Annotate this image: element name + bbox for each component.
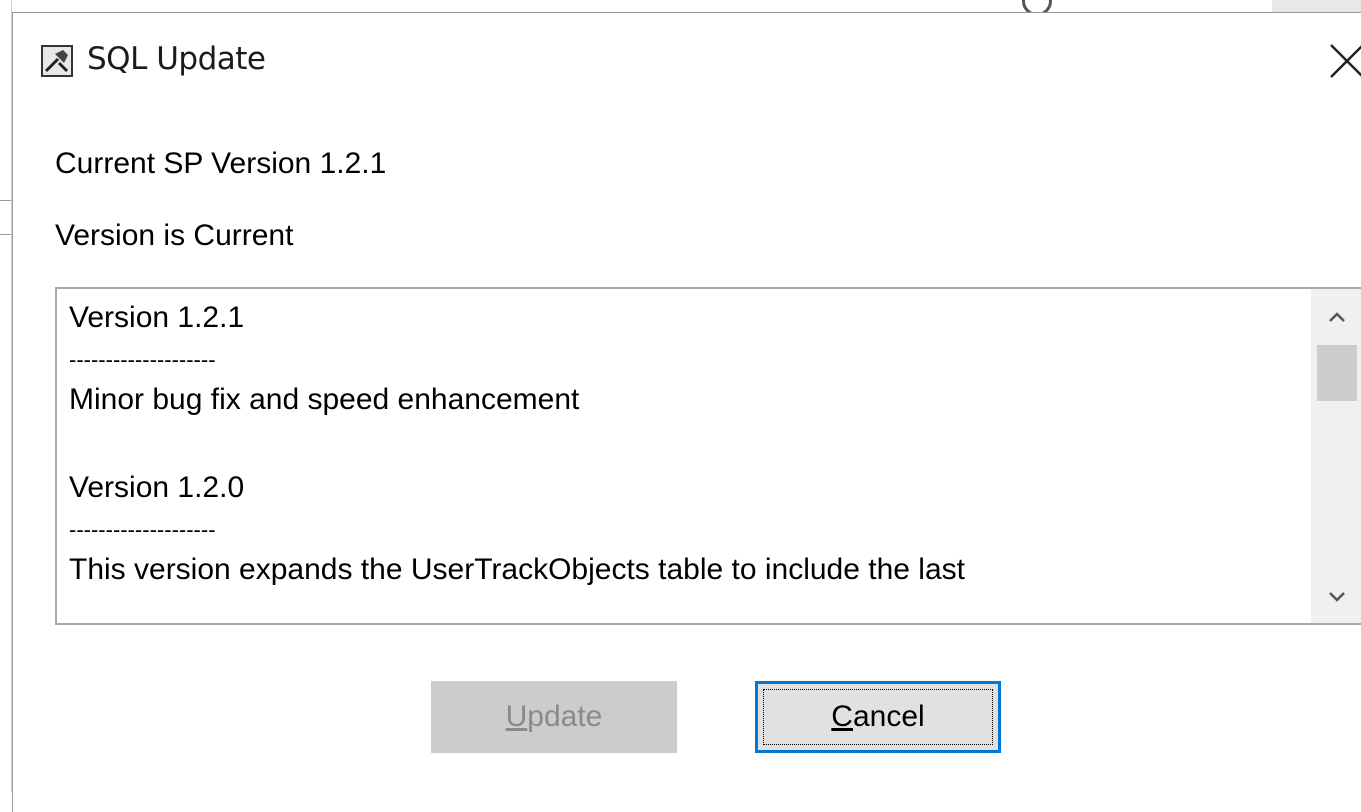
background-divider — [0, 234, 11, 235]
release-notes-content: Version 1.2.1 -------------------- Minor… — [69, 297, 1301, 591]
scroll-down-button[interactable] — [1311, 575, 1361, 619]
update-accelerator: U — [505, 700, 528, 733]
notes-line: -------------------- — [69, 517, 216, 542]
notes-line: Version 1.2.0 — [69, 471, 245, 504]
cancel-button[interactable]: Cancel — [755, 681, 1001, 753]
update-label: pdate — [527, 700, 603, 733]
current-version-label: Current SP Version 1.2.1 — [55, 147, 387, 180]
sql-update-dialog: SQL Update Current SP Version 1.2.1 Vers… — [12, 12, 1361, 812]
update-button[interactable]: Update — [431, 681, 677, 753]
close-icon[interactable] — [1325, 39, 1361, 83]
version-status-label: Version is Current — [55, 219, 294, 252]
chevron-down-icon — [1329, 592, 1345, 602]
vertical-scrollbar[interactable] — [1311, 289, 1361, 623]
scroll-up-button[interactable] — [1311, 295, 1361, 339]
chevron-up-icon — [1329, 312, 1345, 322]
title-bar: SQL Update — [13, 13, 1361, 89]
notes-line: Version 1.2.1 — [69, 301, 245, 334]
scroll-thumb[interactable] — [1317, 345, 1357, 401]
sql-update-app-icon — [41, 45, 73, 77]
release-notes-textbox[interactable]: Version 1.2.1 -------------------- Minor… — [55, 287, 1361, 625]
notes-line: -------------------- — [69, 347, 216, 372]
background-panel — [1272, 0, 1361, 12]
notes-blank-line — [69, 421, 1301, 467]
notes-line: This version expands the UserTrackObject… — [69, 553, 965, 586]
dialog-title: SQL Update — [87, 41, 266, 77]
background-divider — [0, 200, 11, 201]
focus-rectangle — [763, 689, 993, 745]
notes-line: Minor bug fix and speed enhancement — [69, 383, 580, 416]
